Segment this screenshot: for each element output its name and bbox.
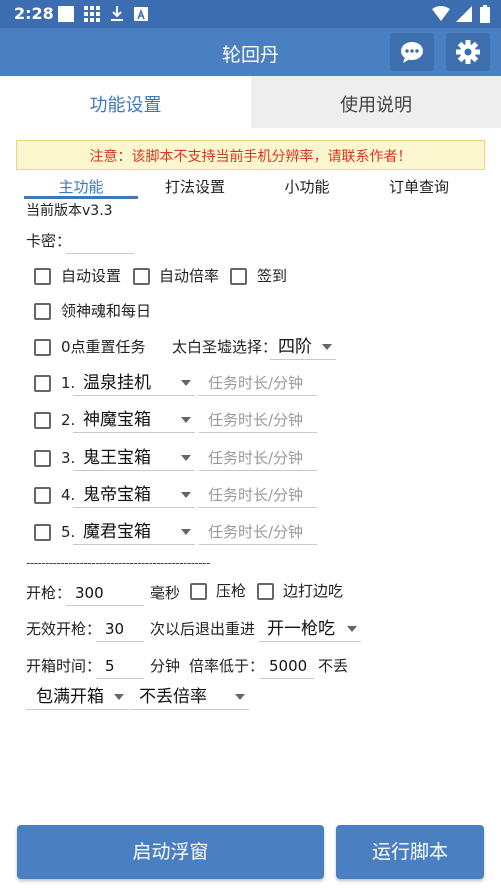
check-in-checkbox[interactable] [230,268,247,285]
dashed-divider: ----------------------------------------… [26,556,210,570]
task-2-checkbox[interactable] [34,412,51,429]
taibai-label: 太白圣墟选择： [172,338,278,356]
rate-mode-select-value: 不丢倍率 [139,687,207,707]
task-1-select[interactable]: 温泉挂机 [73,370,195,396]
chevron-down-icon [322,344,332,350]
task-5-checkbox[interactable] [34,524,51,541]
task-5-select-value: 魔君宝箱 [83,522,151,542]
taibai-select-value: 四阶 [278,337,312,357]
auto-settings-label: 自动设置 [61,267,122,285]
chevron-down-icon [114,694,124,700]
chat-bubble-icon [401,42,423,63]
chevron-down-icon [181,417,191,423]
task-3-select[interactable]: 鬼王宝箱 [73,445,195,471]
task-1-select-value: 温泉挂机 [83,373,151,393]
status-time: 2:28 [14,4,54,23]
invalid-fire-suffix: 次以后退出重进 [150,620,256,638]
task-4-select-value: 鬼帝宝箱 [83,485,151,505]
app-bar: 轮回丹 [0,28,501,76]
subtab-small-functions[interactable]: 小功能 [252,174,362,200]
tab-function-settings-label: 功能设置 [89,95,162,116]
invalid-fire-input[interactable]: 30 [96,616,144,642]
task-2-select-value: 神魔宝箱 [83,410,151,430]
version-text: 当前版本v3.3 [26,203,113,219]
auto-multiplier-checkbox[interactable] [133,268,150,285]
chevron-down-icon [181,492,191,498]
tab-function-settings[interactable]: 功能设置 [0,76,251,128]
fire-interval-input[interactable]: 300 [66,580,144,606]
auto-settings-checkbox[interactable] [34,268,51,285]
subtab-indicator [24,196,138,199]
box-mode-select[interactable]: 包满开箱 [26,684,128,710]
notification-square-icon [58,6,74,22]
battery-icon [480,5,490,23]
box-mode-select-value: 包满开箱 [36,687,104,707]
soul-daily-checkbox[interactable] [34,303,51,320]
gear-icon [456,40,480,64]
check-in-label: 签到 [257,267,288,285]
task-5-select[interactable]: 魔君宝箱 [73,519,195,545]
rate-suffix: 不丢 [318,657,349,675]
invalid-fire-label: 无效开枪： [26,620,102,638]
message-button[interactable] [390,33,434,71]
rate-input[interactable]: 5000 [260,653,314,679]
task-3-checkbox[interactable] [34,450,51,467]
press-gun-checkbox[interactable] [190,583,207,600]
chevron-down-icon [235,694,245,700]
chevron-down-icon [181,529,191,535]
task-3-select-value: 鬼王宝箱 [83,448,151,468]
card-key-input[interactable] [66,228,134,254]
fire-mode-select-value: 开一枪吃 [267,619,335,639]
warning-text: 注意：该脚本不支持当前手机分辨率，请联系作者！ [89,149,412,165]
fire-mode-select[interactable]: 开一枪吃 [259,616,361,642]
card-label: 卡密： [26,232,72,250]
subtab-order-query[interactable]: 订单查询 [364,174,474,200]
chevron-down-icon [347,626,357,632]
fire-unit: 毫秒 [150,584,181,602]
task-4-duration-input[interactable]: 任务时长/分钟 [199,482,317,508]
chevron-down-icon [181,455,191,461]
box-time-unit: 分钟 [150,657,181,675]
tab-instructions-label: 使用说明 [340,95,412,116]
task-4-checkbox[interactable] [34,487,51,504]
tab-instructions[interactable]: 使用说明 [251,76,501,128]
box-time-label: 开箱时间： [26,657,102,675]
eat-while-fighting-checkbox[interactable] [257,583,274,600]
subtab-order-query-label: 订单查询 [388,178,449,196]
task-4-select[interactable]: 鬼帝宝箱 [73,482,195,508]
wifi-icon [432,6,450,22]
eat-while-fighting-label: 边打边吃 [283,582,344,600]
reset-tasks-label: 0点重置任务 [61,338,146,356]
reset-tasks-checkbox[interactable] [34,339,51,356]
rate-label: 倍率低于： [189,657,265,675]
task-1-duration-input[interactable]: 任务时长/分钟 [199,370,317,396]
task-1-checkbox[interactable] [34,375,51,392]
subtab-main-label: 主功能 [58,178,104,196]
rate-mode-select[interactable]: 不丢倍率 [129,684,249,710]
download-icon [110,6,124,22]
box-time-input[interactable]: 5 [96,653,144,679]
subtab-attack-settings-label: 打法设置 [164,178,225,196]
run-script-button[interactable]: 运行脚本 [336,825,484,879]
subtab-attack-settings[interactable]: 打法设置 [140,174,250,200]
press-gun-label: 压枪 [216,582,247,600]
task-2-duration-input[interactable]: 任务时长/分钟 [199,407,317,433]
subtab-main[interactable]: 主功能 [24,174,138,200]
status-bar: 2:28 [0,0,501,28]
fire-label: 开枪： [26,584,72,602]
app-a-icon [134,7,148,21]
grid-icon [84,6,100,22]
task-3-duration-input[interactable]: 任务时长/分钟 [199,445,317,471]
task-5-duration-input[interactable]: 任务时长/分钟 [199,519,317,545]
soul-daily-label: 领神魂和每日 [61,302,152,320]
signal-icon [456,6,472,22]
chevron-down-icon [181,380,191,386]
auto-multiplier-label: 自动倍率 [159,267,220,285]
subtab-small-functions-label: 小功能 [284,178,330,196]
taibai-select[interactable]: 四阶 [270,334,336,360]
warning-banner: 注意：该脚本不支持当前手机分辨率，请联系作者！ [16,140,485,170]
task-2-select[interactable]: 神魔宝箱 [73,407,195,433]
settings-button[interactable] [446,33,490,71]
launch-float-window-button[interactable]: 启动浮窗 [17,825,324,879]
